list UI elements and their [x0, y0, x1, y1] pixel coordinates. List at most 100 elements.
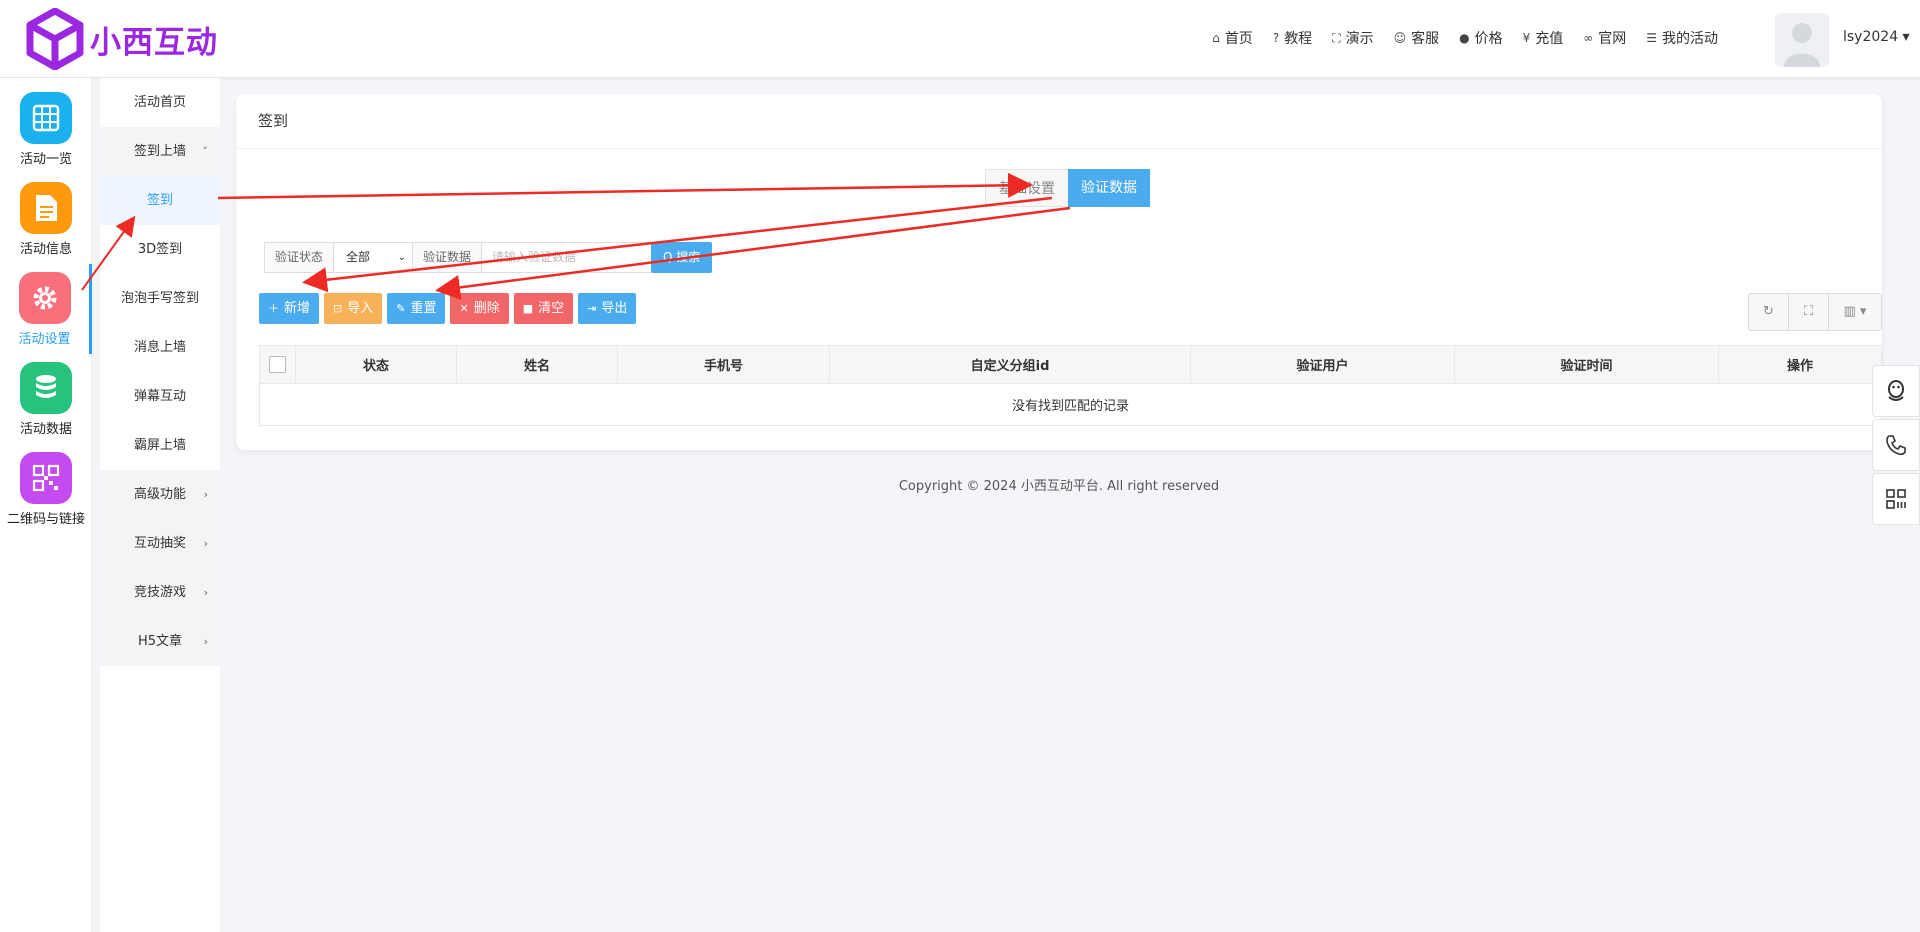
subnav-3d-signin[interactable]: 3D签到: [100, 225, 220, 274]
nav-label: 教程: [1284, 31, 1313, 47]
select-all-cell[interactable]: [259, 345, 296, 384]
table-tools: ↻ ⛶ ▥ ▾: [1748, 293, 1882, 331]
subnav-danmaku[interactable]: 弹幕互动: [100, 372, 220, 421]
nav-official[interactable]: ∞ 官网: [1583, 28, 1626, 48]
subnav-bapin-wall[interactable]: 霸屏上墙: [100, 421, 220, 470]
username-dropdown[interactable]: lsy2024 ▾: [1843, 29, 1910, 45]
status-filter-label: 验证状态: [264, 242, 335, 273]
iconbar-item-qrcode[interactable]: 二维码与链接: [0, 444, 92, 534]
col-header[interactable]: 操作: [1718, 345, 1882, 384]
refresh-icon[interactable]: ↻: [1749, 294, 1789, 330]
penguin-icon: [1888, 380, 1904, 401]
clear-button[interactable]: ■ 清空: [513, 293, 574, 324]
logo-text: 小西互动: [90, 24, 218, 61]
iconbar-label: 活动信息: [19, 242, 72, 257]
footer-copyright: Copyright © 2024 小西互动平台. All right reser…: [898, 479, 1220, 494]
nav-demo[interactable]: ⛶ 演示: [1332, 28, 1373, 48]
status-select[interactable]: 全部 ⌄: [334, 242, 413, 273]
nav-label: 价格: [1474, 31, 1503, 47]
col-header[interactable]: 状态: [295, 345, 457, 384]
subnav-lottery[interactable]: 互动抽奖 ›: [100, 519, 220, 568]
document-icon: [20, 182, 72, 234]
table-toolbar: ＋ 新增 ⊡ 导入 ✎ 重置 ✕ 删除 ■ 清空 ⇥ 导出: [259, 293, 637, 324]
phone-button[interactable]: [1872, 419, 1920, 471]
icon-sidebar: 活动一览 活动信息 活动设置 活动数据 二维码与链接: [0, 78, 92, 932]
iconbar-item-settings[interactable]: 活动设置: [0, 264, 92, 354]
subnav-label: 竞技游戏: [133, 585, 186, 600]
nav-price[interactable]: ● 价格: [1459, 28, 1502, 48]
import-button[interactable]: ⊡ 导入: [324, 293, 383, 324]
clear-label: 清空: [538, 301, 565, 316]
fullscreen-icon: ⛶: [1332, 30, 1341, 45]
top-nav: ⌂ 首页 ? 教程 ⛶ 演示 ☺ 客服 ● 价格 ¥ 充值 ∞ 官网 ☰ 我的活动: [1212, 28, 1718, 48]
subnav-label: 泡泡手写签到: [120, 291, 199, 306]
nav-label: 首页: [1224, 31, 1253, 47]
qrcode-button[interactable]: [1872, 473, 1920, 525]
subnav-label: 签到: [146, 193, 173, 208]
logo[interactable]: 小西互动: [26, 8, 218, 70]
subnav-label: 消息上墙: [133, 340, 186, 355]
data-search-input[interactable]: 请输入验证数据: [482, 242, 653, 273]
nav-home[interactable]: ⌂ 首页: [1212, 28, 1253, 48]
plus-icon: ＋: [268, 302, 279, 315]
tab-verify-data[interactable]: 验证数据: [1068, 169, 1150, 207]
data-filter-label: 验证数据: [412, 242, 483, 273]
add-button[interactable]: ＋ 新增: [259, 293, 320, 324]
subnav-label: 签到上墙: [133, 144, 186, 159]
iconbar-item-overview[interactable]: 活动一览: [0, 84, 92, 174]
add-label: 新增: [284, 301, 311, 316]
col-header[interactable]: 验证用户: [1190, 345, 1455, 384]
subnav-message-wall[interactable]: 消息上墙: [100, 323, 220, 372]
import-icon: ⊡: [333, 302, 343, 315]
subnav-signin[interactable]: 签到: [100, 176, 220, 225]
database-icon: [20, 362, 72, 414]
chevron-down-icon: ⌄: [397, 252, 407, 263]
columns-icon[interactable]: ▥ ▾: [1829, 294, 1881, 330]
qq-button[interactable]: [1872, 365, 1920, 417]
export-button[interactable]: ⇥ 导出: [578, 293, 637, 324]
export-label: 导出: [601, 301, 628, 316]
reset-button[interactable]: ✎ 重置: [387, 293, 446, 324]
iconbar-label: 二维码与链接: [6, 512, 85, 527]
status-select-value: 全部: [346, 250, 371, 264]
nav-tutorial[interactable]: ? 教程: [1273, 28, 1312, 48]
subnav-h5-article[interactable]: H5文章 ›: [100, 617, 220, 666]
nav-label: 充值: [1535, 31, 1564, 47]
col-header[interactable]: 手机号: [617, 345, 830, 384]
nav-recharge[interactable]: ¥ 充值: [1523, 28, 1564, 48]
nav-support[interactable]: ☺ 客服: [1394, 28, 1440, 48]
data-table: 状态 姓名 手机号 自定义分组id 验证用户 验证时间 操作 没有找到匹配的记录: [259, 345, 1882, 426]
smile-icon: ☺: [1393, 31, 1407, 45]
filter-bar: 验证状态 全部 ⌄ 验证数据 请输入验证数据 Q 搜索: [264, 242, 713, 273]
avatar[interactable]: [1775, 13, 1829, 67]
iconbar-item-data[interactable]: 活动数据: [0, 354, 92, 444]
fullscreen-icon[interactable]: ⛶: [1789, 294, 1829, 330]
qrcode-icon: [1886, 489, 1906, 509]
col-header[interactable]: 自定义分组id: [829, 345, 1191, 384]
delete-button[interactable]: ✕ 删除: [450, 293, 509, 324]
tab-basic-settings[interactable]: 基础设置: [985, 169, 1068, 207]
subnav-label: 活动首页: [133, 95, 186, 110]
iconbar-item-info[interactable]: 活动信息: [0, 174, 92, 264]
select-all-checkbox[interactable]: [269, 356, 286, 373]
nav-my-activities[interactable]: ☰ 我的活动: [1646, 28, 1718, 48]
col-header[interactable]: 姓名: [456, 345, 618, 384]
search-button[interactable]: Q 搜索: [651, 242, 713, 273]
iconbar-label: 活动数据: [19, 422, 72, 437]
main-card: 签到 基础设置 验证数据 验证状态 全部 ⌄ 验证数据 请输入验证数据 Q 搜索 …: [236, 94, 1882, 450]
chevron-right-icon: ›: [203, 488, 208, 501]
subnav-label: 霸屏上墙: [133, 438, 186, 453]
col-header[interactable]: 验证时间: [1454, 345, 1719, 384]
subnav-games[interactable]: 竞技游戏 ›: [100, 568, 220, 617]
empty-message: 没有找到匹配的记录: [259, 383, 1882, 426]
reset-label: 重置: [410, 301, 437, 316]
subnav-bubble-signin[interactable]: 泡泡手写签到: [100, 274, 220, 323]
home-icon: ⌂: [1212, 31, 1220, 45]
subnav-advanced[interactable]: 高级功能 ›: [100, 470, 220, 519]
subnav-activity-home[interactable]: 活动首页: [100, 78, 220, 127]
subnav-signin-wall[interactable]: 签到上墙 ˅: [100, 127, 220, 176]
chevron-down-icon: ˅: [202, 145, 209, 158]
iconbar-label: 活动一览: [19, 152, 72, 167]
subnav-label: H5文章: [137, 634, 183, 649]
tabs: 基础设置 验证数据: [985, 169, 1150, 207]
